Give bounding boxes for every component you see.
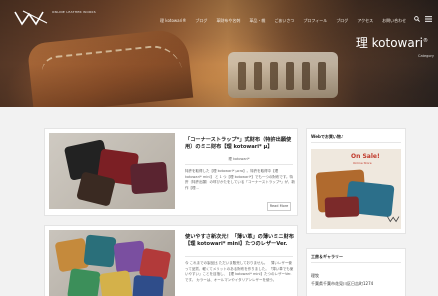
nav-item-profile[interactable]: プロフィール: [303, 18, 327, 24]
divider: [185, 164, 293, 165]
post-title[interactable]: 「コーナーストラップ*」式財布（特許出願使用）のミニ財布【理 kotowari*…: [185, 137, 297, 151]
post-card: 「コーナーストラップ*」式財布（特許出願使用）のミニ財布【理 kotowari*…: [44, 128, 298, 216]
divider: [311, 142, 401, 143]
sidebar-widget-shop: Webでお買い物♪ On Sale! Online Store: [306, 128, 406, 234]
nav-item-access[interactable]: アクセス: [357, 18, 373, 24]
post-excerpt: 特許を取得した【理 kotowari* μcro】。特許を取得中【理 kotow…: [185, 169, 295, 190]
read-more-button[interactable]: Read More: [267, 202, 291, 211]
sidebar-widget-gallery: 工房＆ギャラリー 理牧 千葉県千葉市花見川区日吉町1274: [306, 248, 406, 296]
nav-item-goods[interactable]: 革品・雑: [249, 18, 265, 24]
divider: [185, 256, 293, 257]
site-logo[interactable]: [14, 10, 48, 26]
sale-title: On Sale!: [351, 153, 380, 160]
post-thumbnail[interactable]: [49, 133, 175, 209]
widget-title: 工房＆ギャラリー: [311, 254, 343, 259]
wallet-image: [129, 161, 169, 195]
nav-item-blog2[interactable]: ブログ: [336, 18, 348, 24]
menu-icon[interactable]: [425, 16, 432, 24]
post-thumbnail[interactable]: [49, 230, 175, 296]
post-card: 使いやすさ新次元！「薄い革」の薄いミニ財布【理 kotowari* mini】た…: [44, 225, 298, 296]
category-label[interactable]: Category: [418, 54, 434, 58]
wallet-image: [324, 196, 360, 218]
wallet-image: [83, 234, 117, 268]
hero-brand-title: 理 kotowari®: [355, 36, 428, 50]
gallery-address: 千葉県千葉市花見川区日吉町1274: [311, 281, 374, 286]
post-category[interactable]: 理 kotowari*: [185, 157, 293, 162]
brand-logo-icon: [387, 216, 400, 223]
wallet-image: [67, 268, 101, 296]
search-icon[interactable]: [414, 16, 420, 24]
nav-item-blog[interactable]: ブログ: [195, 18, 207, 24]
main-content: 「コーナーストラップ*」式財布（特許出願使用）のミニ財布【理 kotowari*…: [0, 107, 438, 296]
nav-item-contact[interactable]: お問い合わせ: [382, 18, 406, 24]
nav-item-kotowari[interactable]: 理 kotowari®: [160, 18, 186, 24]
nav-item-greeting[interactable]: ごあいさつ: [274, 18, 294, 24]
post-title[interactable]: 使いやすさ新次元！「薄い革」の薄いミニ財布【理 kotowari* mini】た…: [185, 234, 297, 248]
sale-subtitle: Online Store: [353, 161, 372, 165]
wallet-image: [131, 274, 165, 296]
site-header: ONLINE LEATHER WORKS 理 kotowari® ブログ 革財布…: [0, 0, 438, 34]
nav-item-wallets[interactable]: 革財布や名刺: [216, 18, 240, 24]
widget-title: Webでお買い物♪: [311, 134, 344, 139]
gallery-name: 理牧: [311, 273, 319, 278]
post-excerpt: 今 これまでの製品比 ただいま販売しておりません。 薄いレザー使って品質、軽くて…: [185, 261, 294, 282]
main-nav: 理 kotowari® ブログ 革財布や名刺 革品・雑 ごあいさつ プロフィール…: [160, 18, 406, 24]
divider: [311, 262, 401, 263]
logo-text: ONLINE LEATHER WORKS: [52, 10, 96, 14]
wallet-image: [99, 270, 133, 296]
sale-banner[interactable]: On Sale! Online Store: [311, 149, 401, 229]
